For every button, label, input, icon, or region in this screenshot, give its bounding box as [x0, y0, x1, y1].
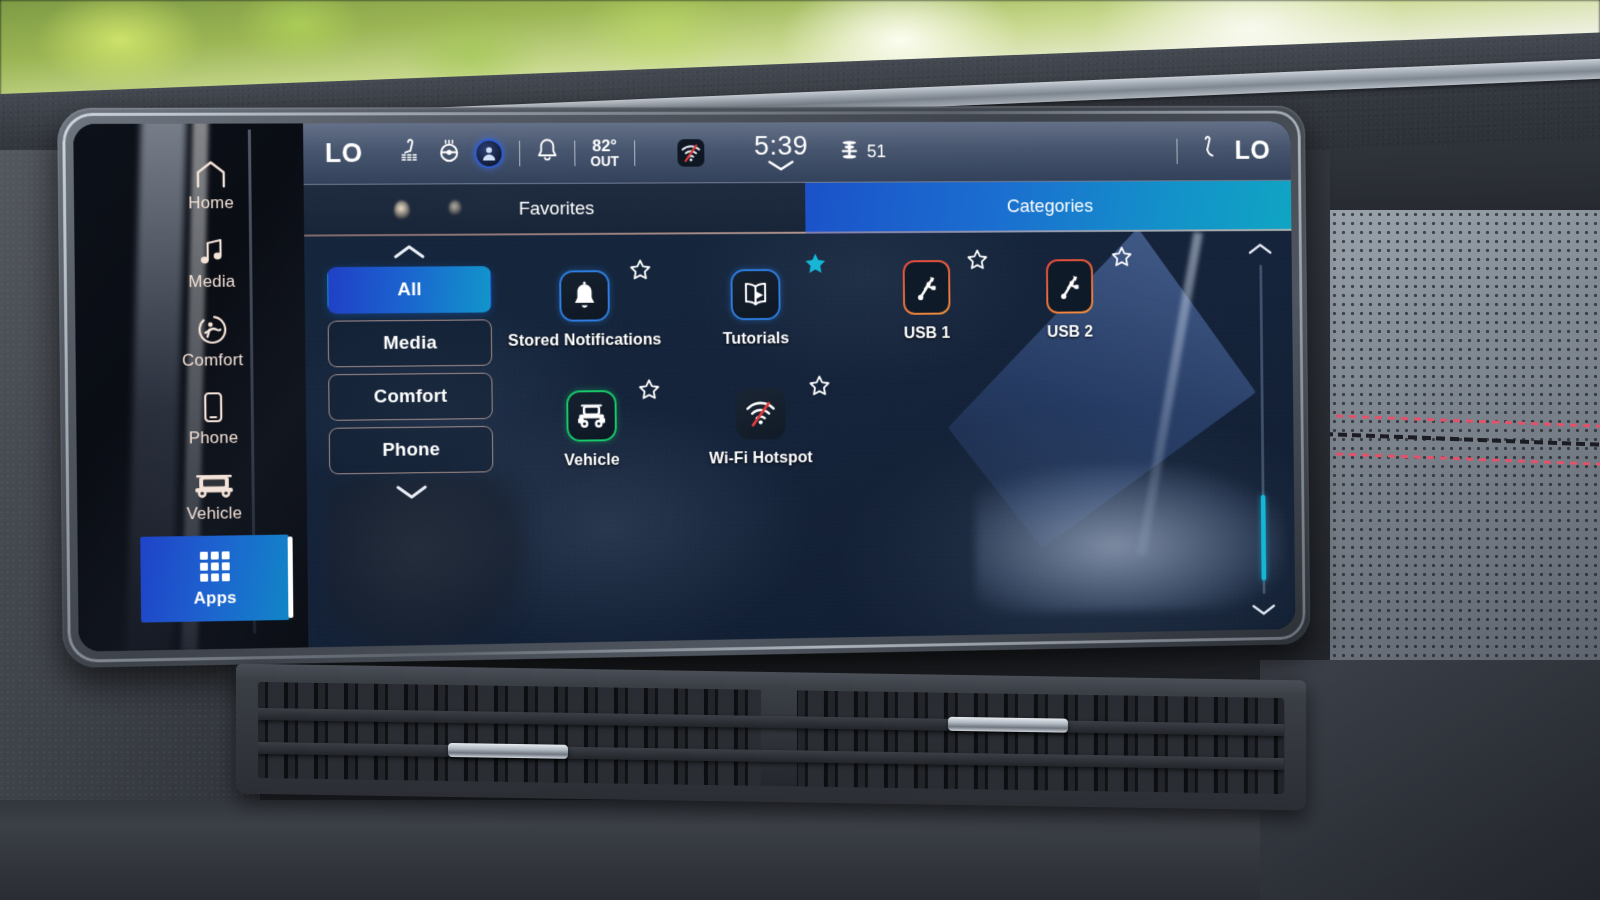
- vent-center-post: [760, 689, 797, 787]
- scrollbar-thumb[interactable]: [1260, 495, 1266, 581]
- bell-icon: [559, 270, 610, 322]
- heated-seat-icon[interactable]: [398, 138, 424, 169]
- apps-content-area: All Media Comfort Phone Stored Notificat…: [304, 231, 1295, 648]
- notification-bell-icon[interactable]: [535, 137, 559, 169]
- sidebar-label: Vehicle: [186, 502, 243, 523]
- sidebar-label: Apps: [193, 587, 237, 608]
- app-tile-stored-notifications[interactable]: Stored Notifications: [507, 270, 662, 351]
- filter-label: Comfort: [373, 385, 448, 407]
- sidebar-item-vehicle[interactable]: Vehicle: [144, 457, 283, 537]
- dashboard-right-trim-panel: [1330, 210, 1600, 680]
- sidebar-label: Home: [188, 192, 235, 212]
- app-grid[interactable]: Stored Notifications Tutorials USB 1 USB…: [505, 245, 1235, 634]
- favorite-star-icon[interactable]: [1110, 245, 1133, 268]
- sidebar-item-home[interactable]: Home: [141, 147, 280, 225]
- wifi-disabled-icon[interactable]: [677, 138, 705, 167]
- fan-speed-indicator: 51: [836, 139, 886, 165]
- infotainment-display[interactable]: Home Media Comfort Phone Vehicle Apps LO…: [57, 105, 1311, 668]
- sidebar-label: Phone: [188, 427, 239, 447]
- category-filter-list[interactable]: All Media Comfort Phone: [326, 243, 495, 501]
- tab-label: Categories: [1006, 196, 1094, 217]
- dashboard-lower-right: [1260, 660, 1600, 900]
- sidebar-item-media[interactable]: Media: [142, 225, 281, 304]
- passenger-climate-temp[interactable]: LO: [1234, 136, 1270, 166]
- sidebar-item-apps[interactable]: Apps: [140, 534, 294, 623]
- vent-opening: [258, 681, 1284, 795]
- tab-favorites[interactable]: Favorites: [303, 182, 806, 237]
- time-expand-chevron-icon[interactable]: [768, 161, 795, 172]
- app-label: Stored Notifications: [508, 330, 662, 350]
- filter-media[interactable]: Media: [327, 319, 493, 368]
- book-play-icon: [730, 268, 781, 321]
- app-label: Tutorials: [722, 329, 790, 348]
- navigation-rail[interactable]: Home Media Comfort Phone Vehicle Apps: [73, 133, 308, 651]
- grid-apps-icon: [198, 549, 232, 583]
- passenger-heated-seat-icon[interactable]: [1197, 136, 1220, 166]
- fan-blower-icon[interactable]: [836, 139, 861, 165]
- temperature-unit-label: OUT: [590, 153, 619, 170]
- comfort-seat-icon: [196, 313, 228, 345]
- fan-speed-value: 51: [866, 141, 887, 162]
- driver-climate-temp[interactable]: LO: [325, 138, 363, 169]
- tab-bar[interactable]: Favorites Categories: [303, 180, 1292, 237]
- sidebar-item-phone[interactable]: Phone: [144, 380, 283, 459]
- filter-label: Media: [383, 332, 438, 354]
- tab-categories[interactable]: Categories: [805, 180, 1292, 234]
- app-tile-vehicle[interactable]: Vehicle: [514, 389, 669, 471]
- filter-label: All: [397, 278, 422, 300]
- jeep-vehicle-icon: [566, 390, 617, 442]
- filter-scroll-down-icon[interactable]: [395, 484, 428, 500]
- filter-all[interactable]: All: [327, 266, 492, 314]
- favorite-star-icon[interactable]: [966, 248, 989, 271]
- status-bar: LO 82° OUT 5:39 51 LO: [302, 121, 1291, 185]
- wifi-disabled-icon: [735, 388, 786, 440]
- display-glass: Home Media Comfort Phone Vehicle Apps LO…: [73, 121, 1296, 652]
- favorite-star-icon[interactable]: [808, 374, 831, 398]
- app-tile-usb-1[interactable]: USB 1: [851, 260, 1003, 344]
- app-label: Wi-Fi Hotspot: [709, 448, 813, 468]
- sidebar-label: Media: [188, 271, 236, 291]
- app-tile-wifi-hotspot[interactable]: Wi-Fi Hotspot: [684, 388, 838, 469]
- favorite-star-icon[interactable]: [637, 378, 660, 402]
- scroll-down-icon[interactable]: [1252, 603, 1276, 616]
- favorite-star-icon[interactable]: [629, 258, 652, 282]
- app-label: USB 1: [903, 324, 951, 343]
- temperature-value: 82°: [591, 136, 617, 155]
- app-tile-tutorials[interactable]: Tutorials: [679, 253, 833, 350]
- scrollbar-track[interactable]: [1258, 264, 1266, 594]
- vent-adjust-tab-left[interactable]: [448, 742, 568, 759]
- driver-profile-avatar-icon[interactable]: [473, 138, 504, 168]
- music-note-icon: [197, 237, 227, 267]
- filter-phone[interactable]: Phone: [328, 425, 494, 475]
- heated-steering-wheel-icon[interactable]: [436, 138, 462, 169]
- clock-time[interactable]: 5:39: [754, 130, 808, 160]
- app-label: USB 2: [1046, 322, 1094, 341]
- lcd-active-area: LO 82° OUT 5:39 51 LO Favorites Categori…: [302, 121, 1296, 648]
- tab-label: Favorites: [518, 198, 595, 220]
- usb-icon: [902, 260, 951, 315]
- vent-adjust-tab-right[interactable]: [948, 716, 1068, 733]
- phone-icon: [202, 391, 224, 423]
- home-icon: [194, 160, 228, 188]
- sidebar-label: Comfort: [182, 349, 244, 370]
- filter-scroll-up-icon[interactable]: [393, 244, 426, 260]
- outside-temperature: 82° OUT: [590, 136, 619, 170]
- page-scrollbar[interactable]: [1242, 242, 1283, 616]
- center-air-vents: [236, 663, 1306, 811]
- filter-label: Phone: [382, 438, 441, 461]
- usb-icon: [1045, 259, 1094, 314]
- favorites-glare: [394, 200, 462, 221]
- dashboard-right-upper: [1330, 140, 1600, 220]
- favorite-star-icon[interactable]: [803, 251, 828, 277]
- scroll-up-icon[interactable]: [1248, 242, 1272, 255]
- filter-comfort[interactable]: Comfort: [328, 372, 493, 421]
- sidebar-item-comfort[interactable]: Comfort: [143, 302, 282, 381]
- app-label: Vehicle: [564, 450, 620, 470]
- jeep-vehicle-icon: [192, 470, 236, 498]
- selection-indicator: [287, 536, 294, 618]
- app-tile-usb-2[interactable]: USB 2: [994, 259, 1145, 343]
- dashboard-scene: VEHICLE IDENTIFICATION · FRONT GVWR · TI…: [0, 0, 1600, 900]
